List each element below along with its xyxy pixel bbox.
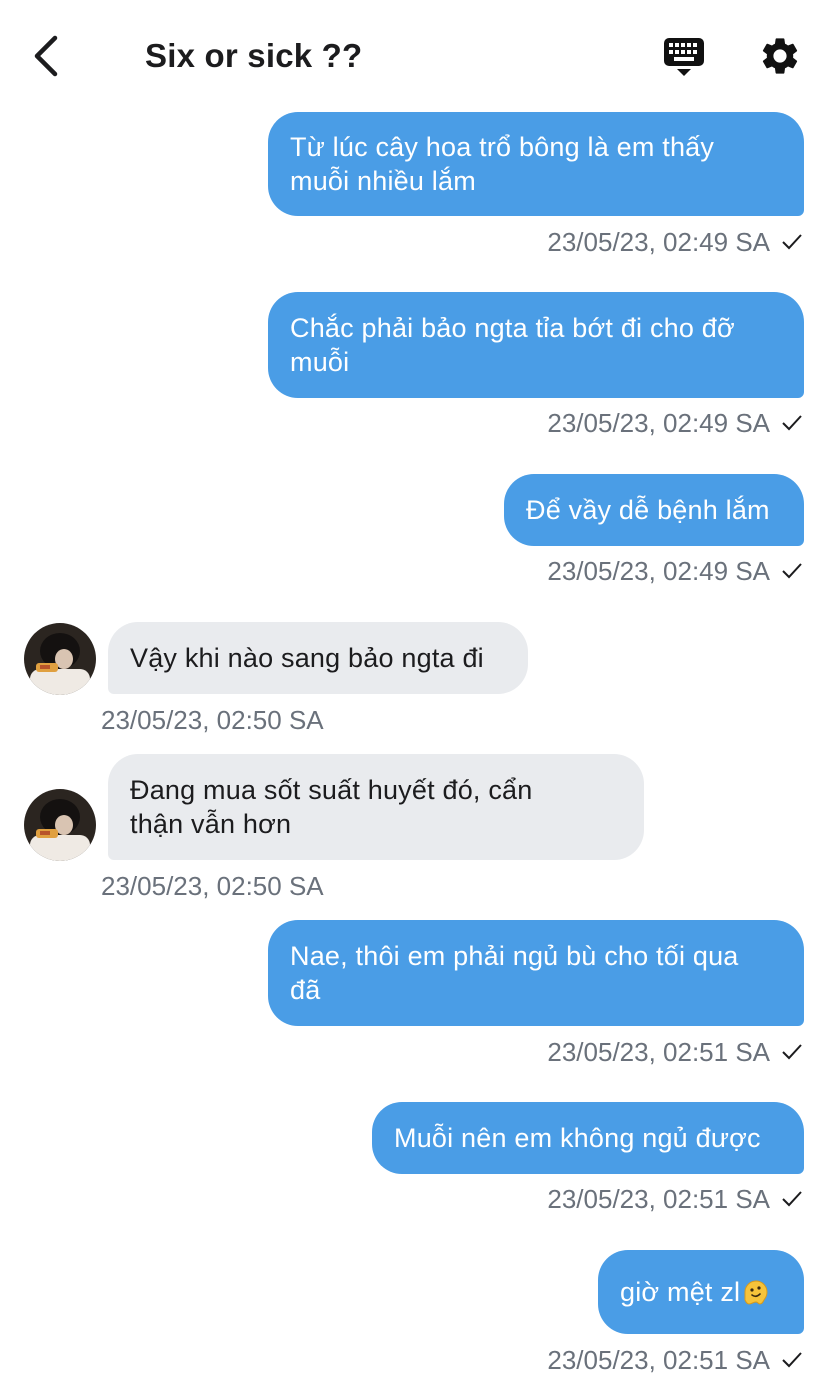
read-check-icon: [780, 1040, 804, 1064]
read-check-icon: [780, 411, 804, 435]
message-text: Đang mua sốt suất huyết đó, cẩn thận vẫn…: [130, 775, 533, 839]
message-text: Từ lúc cây hoa trổ bông là em thấy muỗi …: [290, 132, 715, 196]
message-text: Để vầy dễ bệnh lắm: [526, 495, 770, 525]
message-bubble-incoming[interactable]: Vậy khi nào sang bảo ngta đi: [108, 622, 528, 694]
message-bubble-outgoing[interactable]: giờ mệt zl: [598, 1250, 804, 1334]
read-check-icon: [780, 1187, 804, 1211]
back-button[interactable]: [26, 32, 66, 80]
read-check-icon: [780, 1348, 804, 1372]
message-timestamp: 23/05/23, 02:49 SA: [547, 226, 804, 258]
melting-face-emoji: [744, 1280, 768, 1305]
message-timestamp: 23/05/23, 02:49 SA: [547, 555, 804, 587]
message-text: Muỗi nên em không ngủ được: [394, 1123, 761, 1153]
settings-button[interactable]: [756, 32, 804, 80]
message-bubble-outgoing[interactable]: Muỗi nên em không ngủ được: [372, 1102, 804, 1174]
read-check-icon: [780, 230, 804, 254]
message-bubble-incoming[interactable]: Đang mua sốt suất huyết đó, cẩn thận vẫn…: [108, 754, 644, 860]
keyboard-icon: [664, 38, 704, 76]
message-bubble-outgoing[interactable]: Chắc phải bảo ngta tỉa bớt đi cho đỡ muỗ…: [268, 292, 804, 398]
message-text: giờ mệt zl: [620, 1275, 770, 1309]
message-timestamp: 23/05/23, 02:49 SA: [547, 407, 804, 439]
chat-header: Six or sick ??: [0, 0, 828, 112]
message-timestamp: 23/05/23, 02:50 SA: [101, 871, 324, 901]
contact-avatar[interactable]: [24, 623, 96, 695]
read-check-icon: [780, 559, 804, 583]
keyboard-button[interactable]: [660, 32, 708, 80]
chat-title: Six or sick ??: [145, 37, 363, 74]
message-timestamp: 23/05/23, 02:50 SA: [101, 705, 324, 735]
message-text: Chắc phải bảo ngta tỉa bớt đi cho đỡ muỗ…: [290, 313, 735, 377]
message-bubble-outgoing[interactable]: Để vầy dễ bệnh lắm: [504, 474, 804, 546]
message-text: Nae, thôi em phải ngủ bù cho tối qua đã: [290, 941, 739, 1005]
message-timestamp: 23/05/23, 02:51 SA: [547, 1036, 804, 1068]
message-bubble-outgoing[interactable]: Từ lúc cây hoa trổ bông là em thấy muỗi …: [268, 112, 804, 216]
message-timestamp: 23/05/23, 02:51 SA: [547, 1183, 804, 1215]
message-text: Vậy khi nào sang bảo ngta đi: [130, 643, 484, 673]
chevron-left-icon: [34, 35, 58, 77]
contact-avatar[interactable]: [24, 789, 96, 861]
message-timestamp: 23/05/23, 02:51 SA: [547, 1344, 804, 1376]
message-bubble-outgoing[interactable]: Nae, thôi em phải ngủ bù cho tối qua đã: [268, 920, 804, 1026]
gear-icon: [762, 38, 798, 74]
